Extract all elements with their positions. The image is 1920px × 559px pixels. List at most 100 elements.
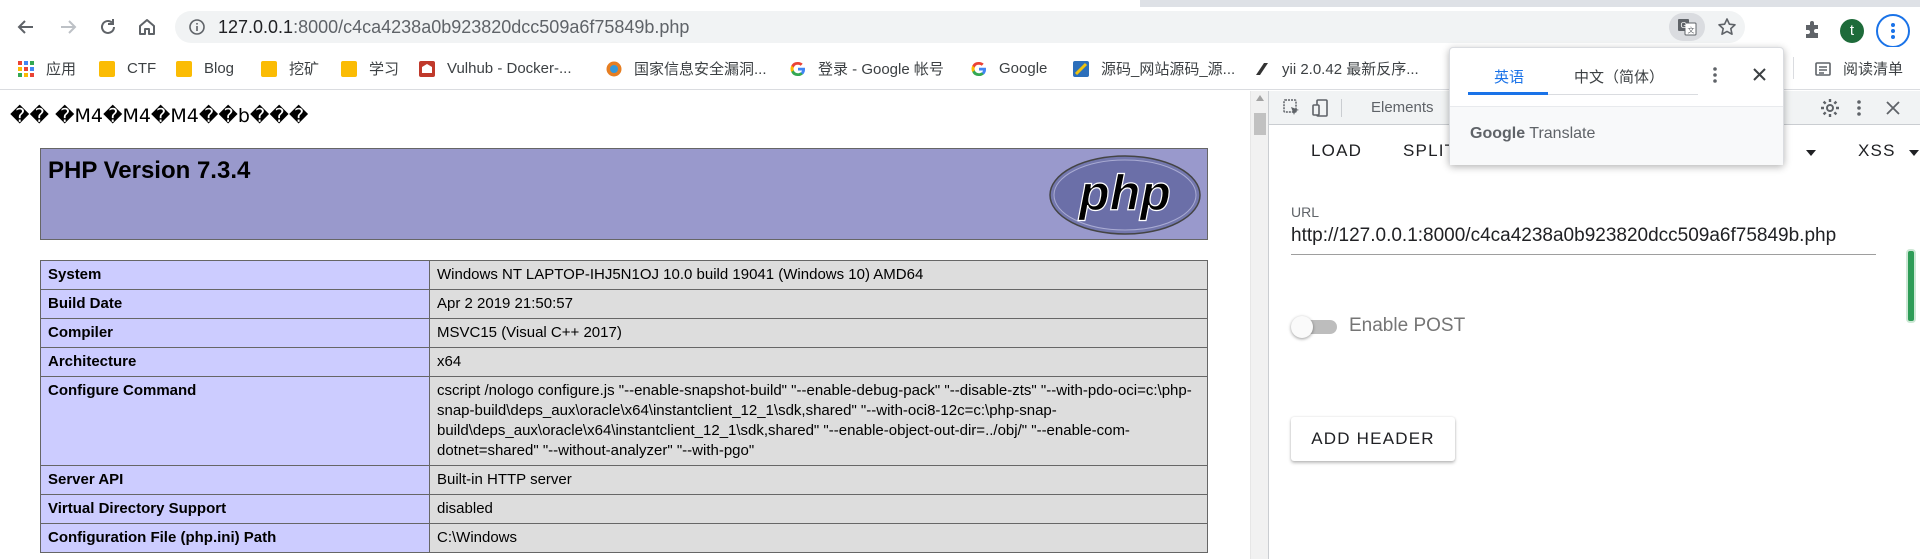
php-version-title: PHP Version 7.3.4 (48, 157, 251, 184)
row-value: C:\Windows (429, 523, 1208, 553)
reload-button[interactable] (92, 11, 124, 43)
close-icon[interactable] (1753, 68, 1766, 81)
folder-icon (176, 60, 192, 77)
translate-popup: 英语 中文（简体） Google Translate (1449, 47, 1784, 165)
reading-list-icon (1815, 61, 1831, 76)
row-value: cscript /nologo configure.js "--enable-s… (429, 376, 1208, 466)
devtools-menu-icon[interactable] (1856, 99, 1862, 117)
row-key: Configuration File (php.ini) Path (40, 523, 430, 553)
svg-text:G: G (1681, 21, 1687, 30)
home-button[interactable] (131, 11, 163, 43)
load-button[interactable]: LOAD (1311, 141, 1362, 161)
xss-menu[interactable]: XSS (1858, 141, 1896, 161)
page-content: �� �M4�M4�M4��b��� PHP Version 7.3.4 php… (0, 91, 1250, 559)
bookmark-vulhub[interactable]: Vulhub - Docker-... (419, 47, 572, 90)
bookmark-folder-study[interactable]: 学习 (341, 47, 399, 90)
back-button[interactable] (10, 11, 42, 43)
bookmark-label: CTF (127, 60, 157, 77)
row-key: Compiler (40, 318, 430, 348)
profile-initial: t (1849, 22, 1855, 39)
row-value: x64 (429, 347, 1208, 377)
chevron-down-icon[interactable] (1806, 150, 1816, 156)
table-row: Configuration File (php.ini) Path C:\Wind… (40, 523, 1208, 553)
address-bar[interactable]: 127.0.0.1:8000/c4ca4238a0b923820dcc509a6… (175, 11, 1745, 43)
bookmark-source-site[interactable]: 源码_网站源码_源... (1073, 47, 1235, 90)
bookmark-label: 源码_网站源码_源... (1101, 61, 1236, 78)
bookmark-apps[interactable]: 应用 (18, 47, 76, 90)
forward-button[interactable] (52, 11, 84, 43)
device-toolbar-icon[interactable] (1311, 98, 1331, 118)
translate-page-button[interactable]: G文 (1669, 13, 1705, 41)
cnnvd-icon (606, 61, 622, 76)
url-textarea[interactable]: http://127.0.0.1:8000/c4ca4238a0b923820d… (1291, 225, 1876, 255)
row-value: disabled (429, 494, 1208, 524)
bookmark-yii[interactable]: yii 2.0.42 最新反序... (1254, 47, 1419, 90)
chevron-down-icon[interactable] (1909, 150, 1919, 156)
table-row: Server API Built-in HTTP server (40, 465, 1208, 495)
arrow-left-icon (17, 20, 33, 34)
active-tab[interactable] (0, 0, 1140, 7)
row-key: Virtual Directory Support (40, 494, 430, 524)
translate-options-icon[interactable] (1712, 66, 1718, 84)
bookmark-label: 挖矿 (289, 61, 320, 78)
bookmark-label: Google (999, 60, 1048, 77)
bookmark-label: 学习 (369, 61, 400, 78)
translate-brand-word: Translate (1529, 125, 1596, 142)
row-key: Server API (40, 465, 430, 495)
google-icon (790, 61, 806, 76)
bookmark-google[interactable]: Google (971, 47, 1047, 90)
folder-icon (261, 60, 277, 77)
bookmark-folder-ctf[interactable]: CTF (99, 47, 156, 90)
target-language-tab[interactable]: 中文（简体） (1574, 66, 1664, 87)
bookmark-google-login[interactable]: 登录 - Google 帐号 (790, 47, 944, 90)
row-value: MSVC15 (Visual C++ 2017) (429, 318, 1208, 348)
table-row: Compiler MSVC15 (Visual C++ 2017) (40, 318, 1208, 348)
yii-icon (1256, 62, 1268, 75)
home-icon (139, 19, 155, 35)
page-scrollbar[interactable] (1250, 91, 1268, 559)
url-text: 127.0.0.1:8000/c4ca4238a0b923820dcc509a6… (218, 11, 689, 43)
kebab-menu-icon (1891, 23, 1895, 39)
add-header-button[interactable]: ADD HEADER (1291, 417, 1455, 461)
url-field-label: URL (1291, 204, 1320, 220)
close-devtools-icon[interactable] (1886, 101, 1900, 115)
folder-icon (341, 60, 357, 77)
resize-handle[interactable] (1906, 249, 1916, 323)
row-value: Apr 2 2019 21:50:57 (429, 289, 1208, 319)
chrome-menu-button[interactable] (1876, 14, 1910, 48)
google-icon (971, 61, 987, 76)
source-language-tab[interactable]: 英语 (1494, 66, 1524, 87)
star-icon[interactable] (1717, 17, 1737, 37)
extensions-puzzle-icon[interactable] (1802, 21, 1822, 41)
google-brand-word: Google (1470, 125, 1526, 142)
bookmark-folder-blog[interactable]: Blog (176, 47, 234, 90)
table-row: Virtual Directory Support disabled (40, 494, 1208, 524)
translate-footer: Google Translate (1450, 106, 1783, 165)
arrow-right-icon (61, 20, 77, 34)
php-version-header: PHP Version 7.3.4 php (40, 148, 1208, 240)
svg-text:文: 文 (1688, 26, 1695, 35)
garbled-output-text: �� �M4�M4�M4��b��� (10, 105, 309, 127)
toolbar-divider (1341, 99, 1342, 117)
tab-strip (0, 0, 1920, 7)
profile-avatar[interactable]: t (1840, 19, 1864, 43)
tab-elements[interactable]: Elements (1371, 91, 1434, 125)
reading-list[interactable]: 阅读清单 (1815, 47, 1903, 90)
url-path: :8000/c4ca4238a0b923820dcc509a6f75849b.p… (293, 17, 690, 37)
reload-icon (101, 19, 115, 34)
enable-post-toggle[interactable] (1291, 316, 1339, 338)
scrollbar-thumb[interactable] (1254, 113, 1266, 135)
row-key: Configure Command (40, 376, 430, 466)
inspect-element-icon[interactable] (1283, 99, 1301, 117)
bookmarks-divider (1793, 57, 1794, 79)
google-translate-brand: Google Translate (1470, 125, 1595, 143)
apps-grid-icon (18, 60, 34, 77)
php-logo: php (1049, 155, 1201, 235)
selected-tab-indicator (1468, 92, 1548, 95)
row-value: Windows NT LAPTOP-IHJ5N1OJ 10.0 build 19… (429, 260, 1208, 290)
bookmark-folder-mining[interactable]: 挖矿 (261, 47, 319, 90)
bookmark-cnnvd[interactable]: 国家信息安全漏洞... (606, 47, 767, 90)
scroll-up-arrow-icon[interactable] (1256, 95, 1264, 101)
settings-gear-icon[interactable] (1820, 98, 1840, 118)
info-icon[interactable] (189, 19, 205, 35)
